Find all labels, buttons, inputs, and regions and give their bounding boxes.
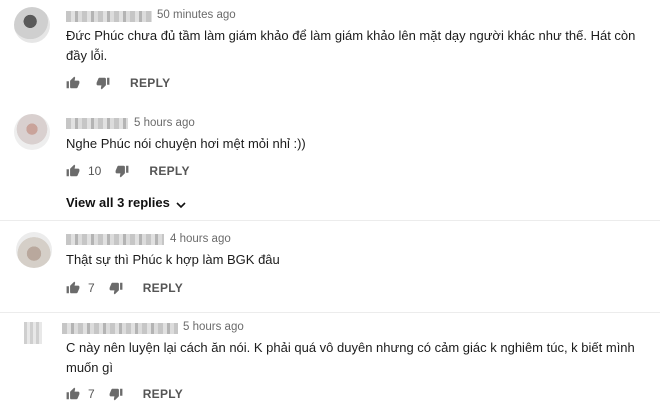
comment-text: C này nên luyện lại cách ăn nói. K phải …	[66, 340, 635, 375]
avatar[interactable]	[14, 114, 50, 150]
thumbs-down-icon[interactable]	[115, 164, 129, 178]
author-name-blurred[interactable]	[66, 11, 152, 22]
view-replies-label: View all 3 replies	[66, 195, 170, 210]
divider	[0, 220, 660, 221]
avatar[interactable]	[16, 232, 52, 268]
comment-time[interactable]: 4 hours ago	[170, 233, 231, 245]
thumbs-down-icon[interactable]	[109, 281, 123, 295]
author-name-blurred[interactable]	[62, 323, 178, 334]
reply-button[interactable]: REPLY	[130, 76, 170, 90]
like-count: 7	[88, 281, 95, 295]
comment-text: Đức Phúc chưa đủ tầm làm giám khảo để là…	[66, 28, 636, 63]
thumbs-up-icon[interactable]	[66, 76, 80, 90]
thumbs-down-icon[interactable]	[96, 76, 110, 90]
avatar[interactable]	[24, 322, 42, 344]
comment-text: Thật sự thì Phúc k hợp làm BGK đâu	[66, 252, 280, 267]
comment-text: Nghe Phúc nói chuyện hơi mệt mỏi nhỉ :))	[66, 136, 306, 151]
comment-time[interactable]: 5 hours ago	[183, 321, 244, 333]
comment-time[interactable]: 5 hours ago	[134, 117, 195, 129]
reply-button[interactable]: REPLY	[143, 387, 183, 401]
view-replies-button[interactable]: View all 3 replies	[66, 195, 186, 210]
chevron-down-icon	[176, 198, 186, 208]
divider	[0, 312, 660, 313]
author-name-blurred[interactable]	[66, 118, 128, 129]
comment-time[interactable]: 50 minutes ago	[157, 9, 236, 21]
author-name-blurred[interactable]	[66, 234, 164, 245]
like-count: 10	[88, 164, 102, 178]
thumbs-up-icon[interactable]	[66, 281, 80, 295]
thumbs-down-icon[interactable]	[109, 387, 123, 401]
like-count: 7	[88, 387, 95, 401]
reply-button[interactable]: REPLY	[143, 281, 183, 295]
thumbs-up-icon[interactable]	[66, 164, 80, 178]
thumbs-up-icon[interactable]	[66, 387, 80, 401]
reply-button[interactable]: REPLY	[149, 164, 189, 178]
avatar[interactable]	[14, 7, 50, 43]
